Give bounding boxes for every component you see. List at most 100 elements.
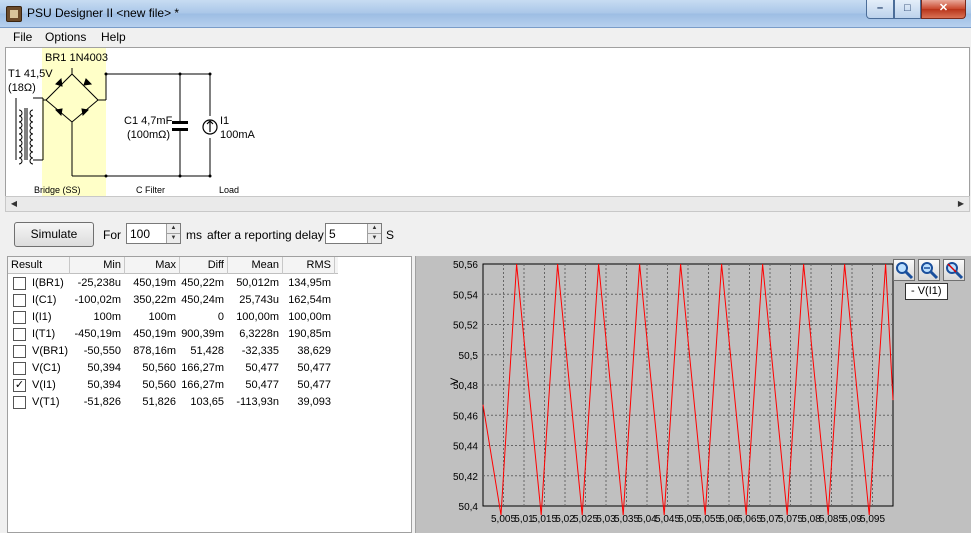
cell-name: I(I1) — [32, 311, 52, 323]
col-max[interactable]: Max — [125, 257, 180, 274]
cell-rms: 190,85m — [288, 328, 331, 340]
cell-rms: 38,629 — [297, 345, 331, 357]
delay-down-icon[interactable]: ▼ — [368, 233, 381, 242]
graph-panel[interactable]: 50,56 50,54 50,52 50,5 50,48 50,46 50,44 50,42 5… — [415, 256, 971, 533]
y-tick-label: 50,4 — [459, 502, 479, 513]
for-label: For — [103, 228, 121, 242]
cell-max: 50,560 — [142, 362, 176, 374]
close-button[interactable]: ✕ — [921, 0, 966, 19]
zoom-reset-icon[interactable] — [943, 259, 965, 281]
cell-diff: 450,24m — [181, 294, 224, 306]
cell-name: V(BR1) — [32, 345, 69, 357]
delay-spinner[interactable]: 5 ▲ ▼ — [325, 223, 382, 244]
cell-rms: 39,093 — [297, 396, 331, 408]
cell-diff: 0 — [217, 311, 224, 323]
zoom-out-icon[interactable] — [918, 259, 940, 281]
col-min[interactable]: Min — [70, 257, 125, 274]
current-source-symbol[interactable] — [202, 119, 218, 135]
maximize-button[interactable]: □ — [894, 0, 921, 19]
table-row[interactable]: V(C1) 50,394 50,560 166,27m 50,477 50,477 — [8, 360, 348, 377]
cell-max: 350,22m — [133, 294, 176, 306]
table-row[interactable]: ✓ V(I1) 50,394 50,560 166,27m 50,477 50,477 — [8, 377, 348, 394]
window-title: PSU Designer II <new file> * — [27, 6, 180, 20]
cell-mean: 100,00m — [236, 311, 279, 323]
capacitor-symbol[interactable] — [172, 121, 188, 131]
col-mean[interactable]: Mean — [228, 257, 283, 274]
voltage-chart[interactable]: 50,5650,5450,5250,550,4850,4650,4450,425… — [416, 256, 971, 533]
simulation-controls: Simulate For 100 ▲ ▼ ms after a reporting… — [0, 214, 971, 256]
row-checkbox[interactable] — [13, 277, 26, 290]
results-table[interactable]: Result Min Max Diff Mean RMS I(BR1) -25,2… — [7, 256, 412, 533]
app-icon[interactable] — [6, 6, 22, 22]
row-checkbox[interactable] — [13, 294, 26, 307]
transformer-resistance: (18Ω) — [8, 82, 36, 94]
row-checkbox[interactable]: ✓ — [13, 379, 26, 392]
filter-section-label: C Filter — [136, 185, 165, 195]
cell-min: -51,826 — [83, 396, 121, 408]
load-value: 100mA — [220, 129, 256, 141]
menu-file[interactable]: File — [13, 30, 32, 44]
schematic-scrollbar[interactable]: ◀ ▶ — [5, 196, 970, 212]
x-tick-label: 5,065 — [737, 514, 762, 525]
table-row[interactable]: I(I1) 100m 100m 0 100,00m 100,00m — [8, 309, 348, 326]
cell-name: I(BR1) — [32, 277, 64, 289]
row-checkbox[interactable] — [13, 396, 26, 409]
cell-mean: 6,3228n — [239, 328, 279, 340]
cell-name: I(C1) — [32, 294, 57, 306]
bridge-label: BR1 1N4003 — [45, 52, 108, 64]
row-checkbox[interactable] — [13, 328, 26, 341]
x-tick-label: 5,045 — [655, 514, 680, 525]
scroll-left-icon[interactable]: ◀ — [6, 197, 22, 211]
duration-down-icon[interactable]: ▼ — [167, 233, 180, 242]
cell-diff: 900,39m — [181, 328, 224, 340]
delay-label: after a reporting delay of — [207, 228, 338, 242]
col-rms[interactable]: RMS — [283, 257, 335, 274]
cell-max: 450,19m — [133, 328, 176, 340]
duration-spinner[interactable]: 100 ▲ ▼ — [126, 223, 181, 244]
y-tick-label: 50,56 — [453, 260, 478, 271]
transformer-symbol[interactable] — [15, 97, 44, 165]
x-tick-label: 5,085 — [819, 514, 844, 525]
col-diff[interactable]: Diff — [180, 257, 228, 274]
scroll-right-icon[interactable]: ▶ — [953, 197, 969, 211]
cell-name: V(C1) — [32, 362, 61, 374]
cell-diff: 103,65 — [190, 396, 224, 408]
table-row[interactable]: I(C1) -100,02m 350,22m 450,24m 25,743u 162,54… — [8, 292, 348, 309]
transformer-label: T1 41,5V — [8, 68, 53, 80]
table-row[interactable]: I(BR1) -25,238u 450,19m 450,22m 50,012m 134,9… — [8, 275, 348, 292]
menu-help[interactable]: Help — [101, 30, 126, 44]
load-label: I1 — [220, 115, 229, 127]
zoom-in-icon[interactable] — [893, 259, 915, 281]
row-checkbox[interactable] — [13, 362, 26, 375]
cell-mean: 50,477 — [245, 379, 279, 391]
table-row[interactable]: V(BR1) -50,550 878,16m 51,428 -32,335 38,629 — [8, 343, 348, 360]
y-tick-label: 50,54 — [453, 290, 478, 301]
capacitor-esr: (100mΩ) — [127, 129, 170, 141]
x-tick-label: 5,075 — [778, 514, 803, 525]
table-row[interactable]: I(T1) -450,19m 450,19m 900,39m 6,3228n 190,85… — [8, 326, 348, 343]
cell-rms: 50,477 — [297, 379, 331, 391]
simulate-button[interactable]: Simulate — [14, 222, 94, 247]
col-result[interactable]: Result — [8, 257, 70, 274]
row-checkbox[interactable] — [13, 311, 26, 324]
cell-mean: 50,012m — [236, 277, 279, 289]
delay-value: 5 — [329, 227, 336, 241]
cell-rms: 134,95m — [288, 277, 331, 289]
cell-diff: 166,27m — [181, 379, 224, 391]
cell-min: 50,394 — [87, 379, 121, 391]
table-row[interactable]: V(T1) -51,826 51,826 103,65 -113,93n 39,093 — [8, 394, 348, 411]
cell-max: 50,560 — [142, 379, 176, 391]
cell-mean: -113,93n — [236, 396, 279, 408]
menu-options[interactable]: Options — [45, 30, 86, 44]
schematic-panel[interactable]: BR1 1N4003 T1 41,5V (18Ω) C1 4,7mF (100m… — [5, 47, 970, 197]
cell-diff: 51,428 — [190, 345, 224, 357]
delay-up-icon[interactable]: ▲ — [368, 224, 381, 233]
cell-mean: -32,335 — [241, 345, 279, 357]
row-checkbox[interactable] — [13, 345, 26, 358]
cell-max: 450,19m — [133, 277, 176, 289]
y-tick-label: 50,5 — [459, 351, 479, 362]
cell-min: -25,238u — [77, 277, 121, 289]
duration-up-icon[interactable]: ▲ — [167, 224, 180, 233]
title-bar[interactable]: PSU Designer II <new file> * – □ ✕ — [0, 0, 971, 28]
minimize-button[interactable]: – — [866, 0, 894, 19]
